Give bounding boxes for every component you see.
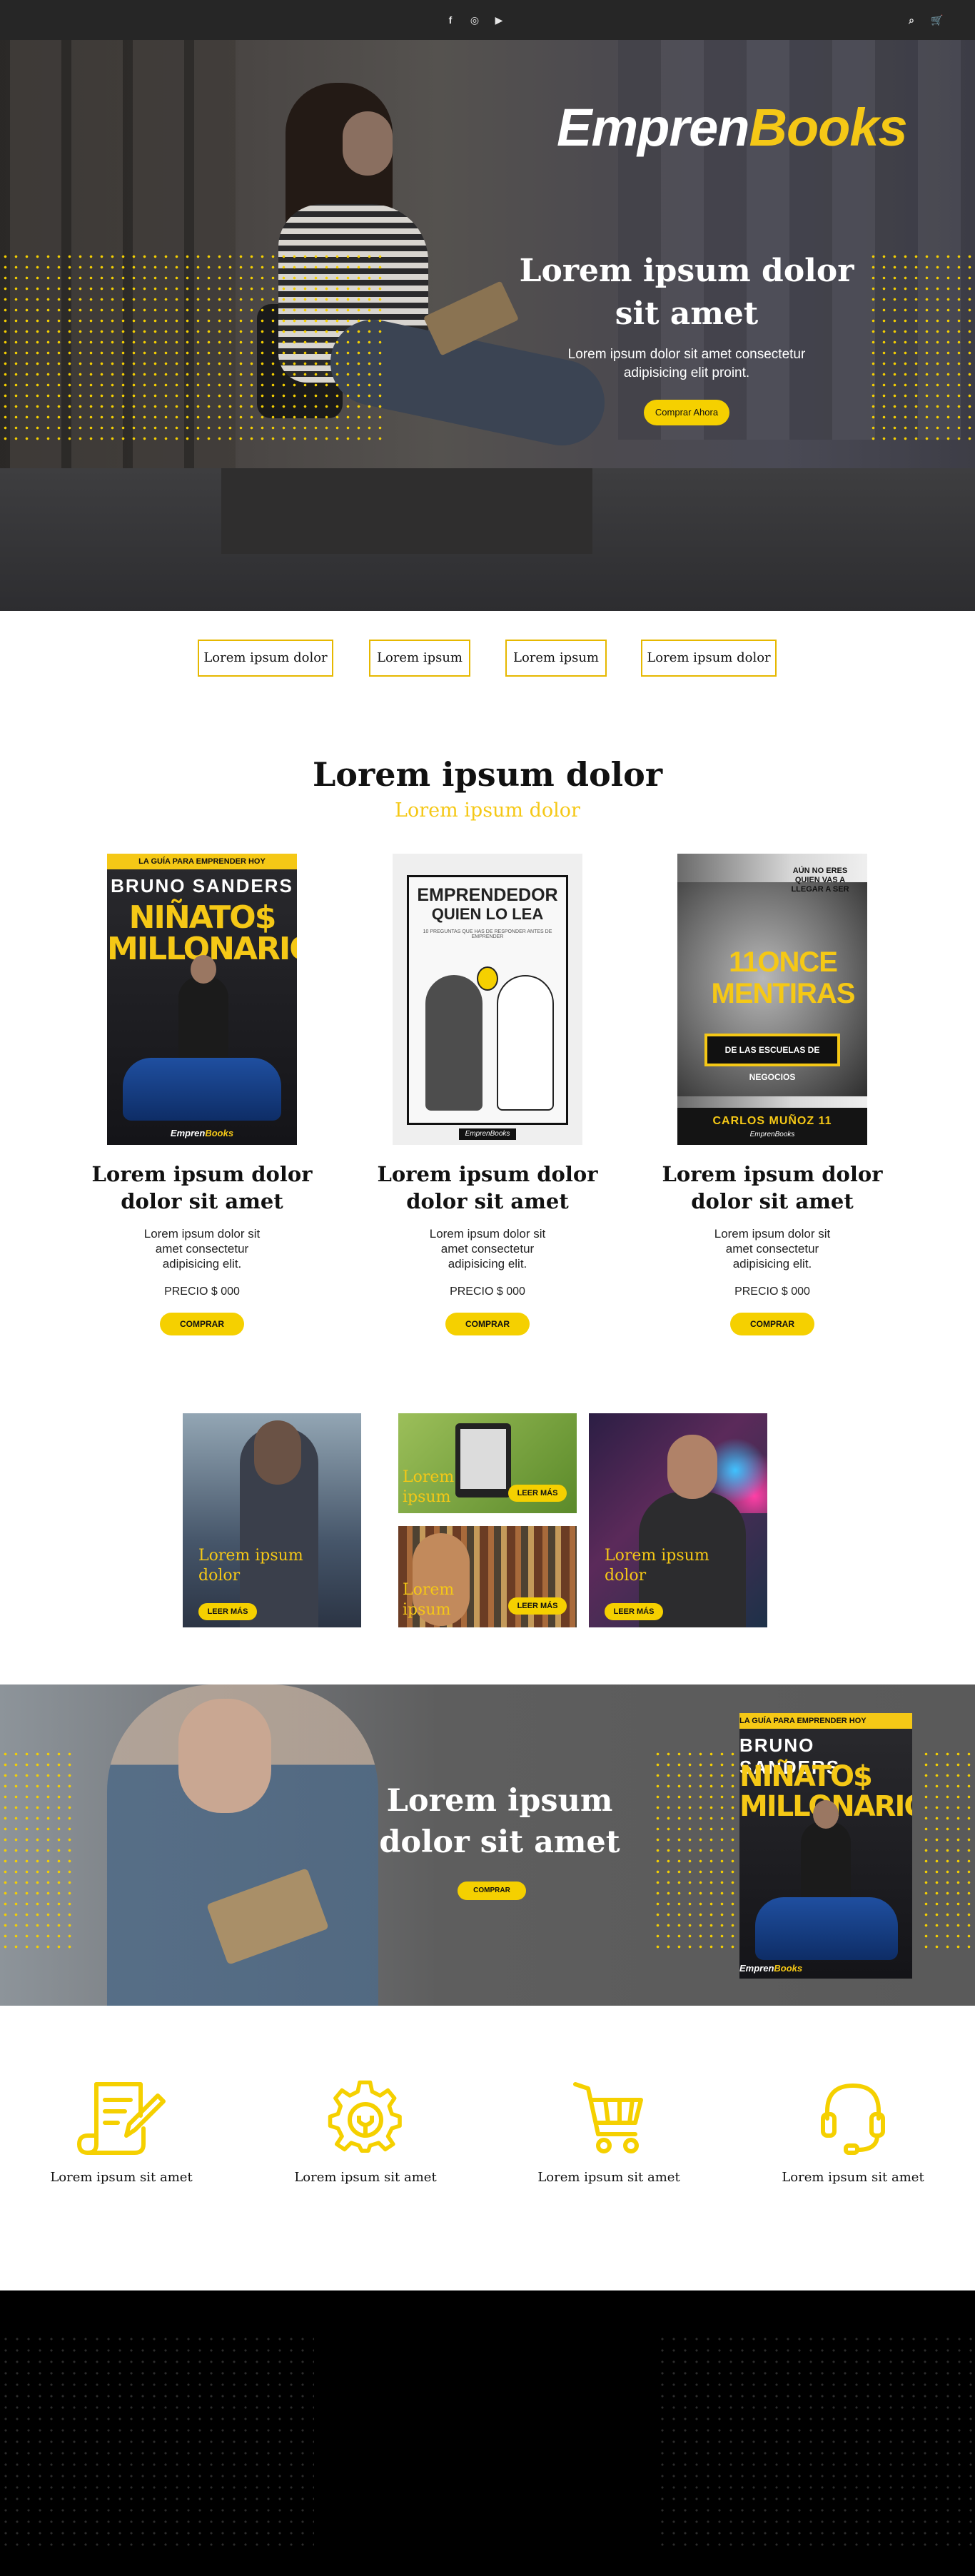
product-description: Lorem ipsum dolor sit amet consectetur a… xyxy=(143,1227,261,1271)
buy-now-button[interactable]: Comprar Ahora xyxy=(644,400,729,425)
product-title: Lorem ipsum dolor dolor sit amet xyxy=(91,1162,313,1213)
social-links: f ◎ ▶ xyxy=(444,13,505,27)
book-cover-ninatos-millonarios[interactable]: LA GUÍA PARA EMPRENDER HOY BRUNO SANDERS… xyxy=(107,854,297,1145)
read-more-button[interactable]: LEER MÁS xyxy=(198,1603,257,1620)
brand-logo[interactable]: EmprenBooks xyxy=(557,97,914,168)
promo-book-cover[interactable]: LA GUÍA PARA EMPRENDER HOY BRUNO SANDERS… xyxy=(739,1713,912,1979)
blog-tile[interactable]: Lorem ipsum dolor LEER MÁS xyxy=(183,1413,361,1627)
feature-item: Lorem ipsum sit amet xyxy=(287,2079,444,2186)
cart-icon[interactable]: 🛒 xyxy=(931,13,944,27)
hero-banner: EmprenBooks Lorem ipsum dolor sit amet L… xyxy=(0,40,975,611)
category-button-3[interactable]: Lorem ipsum xyxy=(505,640,607,677)
read-more-button[interactable]: LEER MÁS xyxy=(605,1603,663,1620)
read-more-button[interactable]: LEER MÁS xyxy=(508,1597,567,1615)
product-description: Lorem ipsum dolor sit amet consectetur a… xyxy=(714,1227,831,1271)
buy-button[interactable]: COMPRAR xyxy=(445,1313,530,1335)
feature-label: Lorem ipsum sit amet xyxy=(782,2170,924,2185)
gear-icon xyxy=(328,2080,402,2153)
feature-item: Lorem ipsum sit amet xyxy=(43,2079,200,2186)
dot-pattern-right xyxy=(921,1749,975,1949)
instagram-icon[interactable]: ◎ xyxy=(468,13,481,27)
promo-buy-button[interactable]: COMPRAR xyxy=(458,1882,526,1900)
category-button-2[interactable]: Lorem ipsum xyxy=(369,640,470,677)
product-title: Lorem ipsum dolor dolor sit amet xyxy=(662,1162,883,1213)
search-icon[interactable]: ⌕ xyxy=(905,13,918,27)
blog-tile[interactable]: Lorem ipsum LEER MÁS xyxy=(398,1413,577,1513)
product-card: EMPRENDEDOR QUIEN LO LEA 10 PREGUNTAS QU… xyxy=(370,854,605,1335)
book-cover-once-mentiras[interactable]: AÚN NO ERES QUIEN VAS A LLEGAR A SER 11O… xyxy=(677,854,867,1145)
read-more-button[interactable]: LEER MÁS xyxy=(508,1485,567,1502)
book-cover-emprendedor[interactable]: EMPRENDEDOR QUIEN LO LEA 10 PREGUNTAS QU… xyxy=(393,854,582,1145)
dot-pattern-left xyxy=(0,2333,314,2547)
promo-banner: Lorem ipsum dolor sit amet COMPRAR LA GU… xyxy=(0,1684,975,2006)
youtube-icon[interactable]: ▶ xyxy=(492,13,505,27)
feature-label: Lorem ipsum sit amet xyxy=(50,2170,193,2185)
hero-title: Lorem ipsum dolor sit amet xyxy=(519,253,854,332)
product-title: Lorem ipsum dolor dolor sit amet xyxy=(377,1162,598,1213)
feature-label: Lorem ipsum sit amet xyxy=(537,2170,680,2185)
document-edit-icon xyxy=(77,2082,166,2155)
blog-tile-title: Lorem ipsum dolor xyxy=(605,1547,709,1585)
category-button-4[interactable]: Lorem ipsum dolor xyxy=(641,640,777,677)
product-price: PRECIO $ 000 xyxy=(164,1286,240,1298)
blog-tile-title: Lorem ipsum xyxy=(403,1468,455,1506)
dot-pattern-left xyxy=(0,251,385,444)
facebook-icon[interactable]: f xyxy=(444,13,457,27)
hero-subtitle: Lorem ipsum dolor sit amet consectetur a… xyxy=(567,347,806,380)
top-bar: f ◎ ▶ ⌕ 🛒 xyxy=(0,0,975,40)
feature-item: Lorem ipsum sit amet xyxy=(530,2079,687,2186)
headset-icon xyxy=(821,2083,885,2155)
category-button-1[interactable]: Lorem ipsum dolor xyxy=(198,640,333,677)
buy-button[interactable]: COMPRAR xyxy=(730,1313,814,1335)
product-price: PRECIO $ 000 xyxy=(450,1286,525,1298)
promo-title: Lorem ipsum dolor sit amet xyxy=(379,1783,620,1860)
dot-pattern-right xyxy=(868,251,975,444)
product-description: Lorem ipsum dolor sit amet consectetur a… xyxy=(429,1227,546,1271)
product-price: PRECIO $ 000 xyxy=(734,1286,810,1298)
feature-label: Lorem ipsum sit amet xyxy=(294,2170,437,2185)
product-card: AÚN NO ERES QUIEN VAS A LLEGAR A SER 11O… xyxy=(655,854,890,1335)
dot-pattern-left xyxy=(0,1749,71,1949)
blog-tile-title: Lorem ipsum dolor xyxy=(198,1547,303,1585)
dot-pattern-right xyxy=(657,2333,975,2547)
products-section-subtitle: Lorem ipsum dolor xyxy=(395,799,580,822)
footer xyxy=(0,2290,975,2576)
products-section-title: Lorem ipsum dolor xyxy=(312,755,663,794)
product-card: LA GUÍA PARA EMPRENDER HOY BRUNO SANDERS… xyxy=(84,854,320,1335)
blog-tile-title: Lorem ipsum xyxy=(403,1581,455,1619)
header-tools: ⌕ 🛒 xyxy=(905,13,944,27)
cart-icon xyxy=(573,2082,643,2153)
blog-tile[interactable]: Lorem ipsum LEER MÁS xyxy=(398,1526,577,1627)
feature-item: Lorem ipsum sit amet xyxy=(774,2079,931,2186)
dot-pattern-center xyxy=(652,1749,738,1949)
blog-tile[interactable]: Lorem ipsum dolor LEER MÁS xyxy=(589,1413,767,1627)
buy-button[interactable]: COMPRAR xyxy=(160,1313,244,1335)
